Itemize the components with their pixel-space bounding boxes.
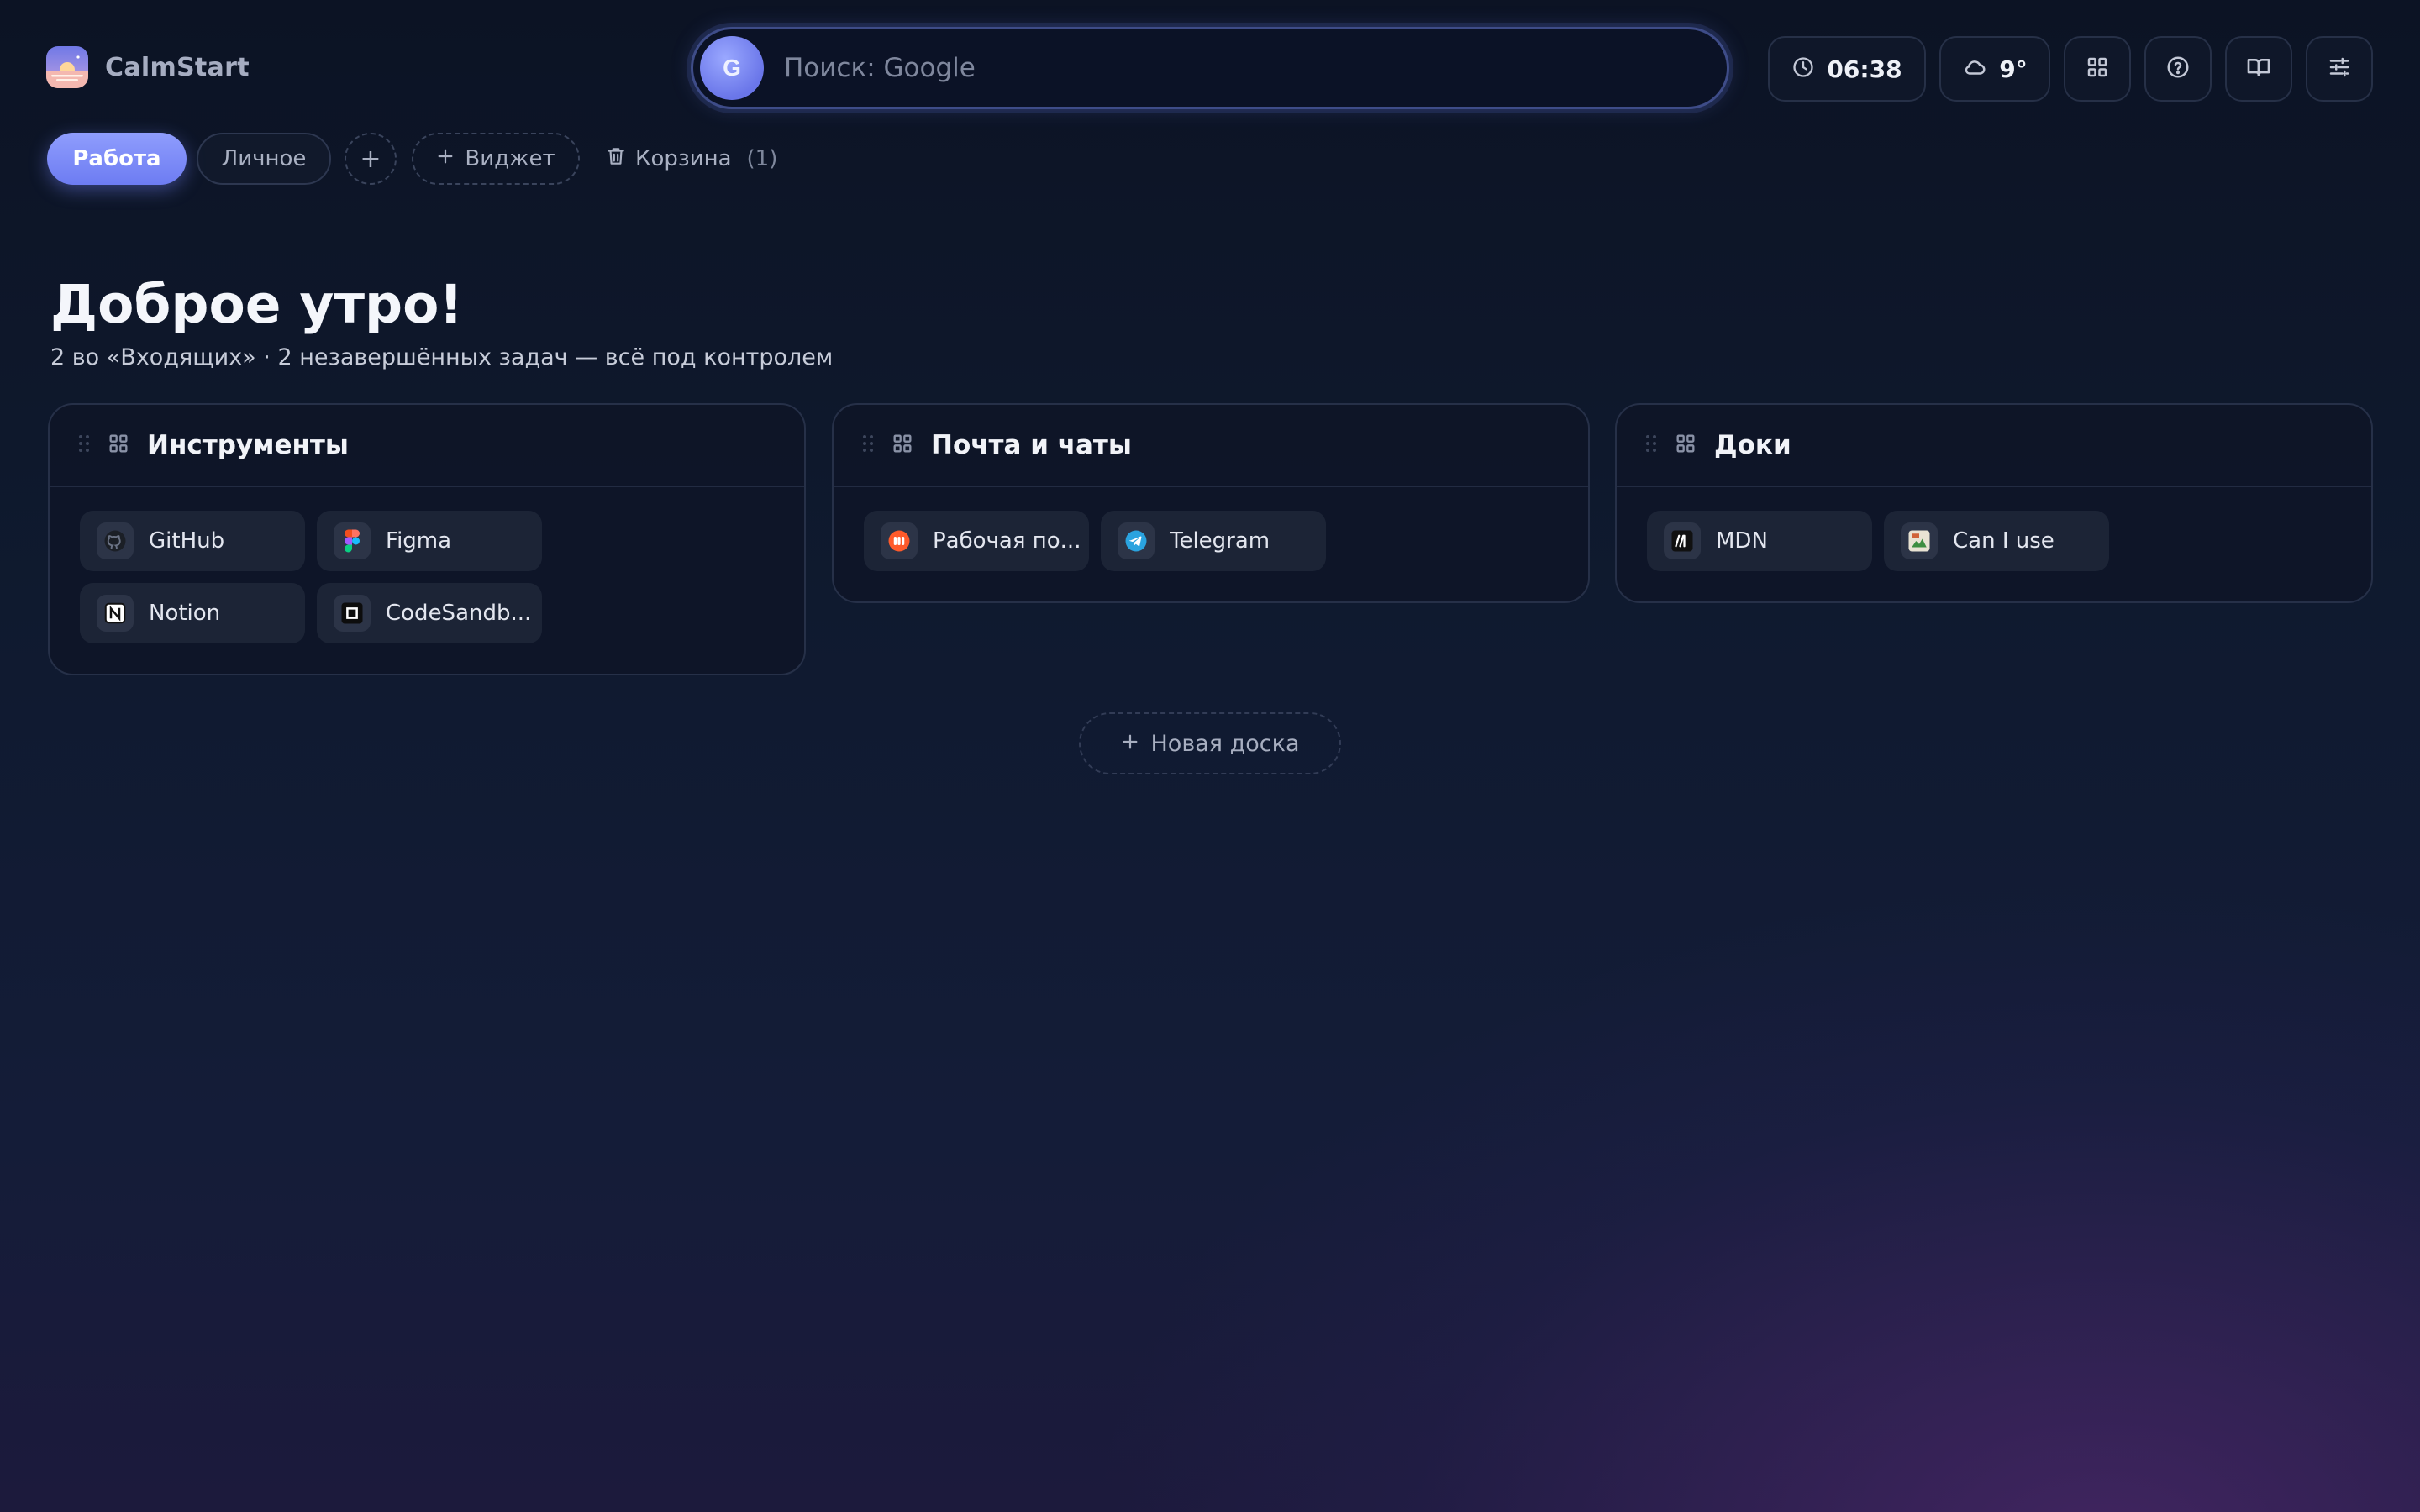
clock-time: 06:38 [1827, 55, 1902, 83]
board-grid-icon [107, 432, 130, 459]
link-label: GitHub [149, 528, 225, 554]
greeting-subtitle: 2 во «Входящих» · 2 незавершённых задач … [50, 344, 834, 370]
caniuse-icon [1901, 522, 1938, 559]
mdn-icon [1664, 522, 1701, 559]
greeting-title: Доброе утро! [50, 274, 464, 335]
board-header: Инструменты [50, 405, 804, 487]
telegram-icon [1118, 522, 1155, 559]
plus-icon [436, 146, 455, 171]
codesandbox-icon [334, 595, 371, 632]
search-bar: G [691, 27, 1729, 109]
link-github[interactable]: GitHub [80, 511, 305, 571]
apps-button[interactable] [2064, 36, 2131, 102]
drag-handle-icon[interactable] [862, 434, 874, 456]
new-board-label: Новая доска [1150, 730, 1300, 757]
trash-button[interactable]: Корзина (1) [605, 133, 777, 185]
clock-button[interactable]: 06:38 [1768, 36, 1926, 102]
plus-icon [1121, 731, 1139, 757]
trash-label: Корзина [635, 146, 732, 171]
help-button[interactable] [2144, 36, 2212, 102]
add-tab-button[interactable]: + [345, 133, 397, 185]
settings-sliders-icon [2327, 55, 2352, 83]
cloud-icon [1962, 55, 1987, 83]
board-header: Почта и чаты [834, 405, 1588, 487]
trash-count: (1) [746, 146, 778, 171]
search-engine-button[interactable]: G [700, 36, 764, 100]
board-grid-icon [891, 432, 914, 459]
github-icon [97, 522, 134, 559]
mail-icon [881, 522, 918, 559]
apps-grid-icon [2085, 55, 2110, 83]
tab-personal[interactable]: Личное [197, 133, 331, 185]
link-figma[interactable]: Figma [317, 511, 542, 571]
link-label: MDN [1716, 528, 1768, 554]
app-name: CalmStart [105, 52, 250, 82]
link-mdn[interactable]: MDN [1647, 511, 1872, 571]
board-header: Доки [1617, 405, 2371, 487]
link-label: Telegram [1170, 528, 1270, 554]
board-links: Рабочая по... Telegram [834, 487, 1588, 601]
drag-handle-icon[interactable] [78, 434, 90, 456]
link-label: Can I use [1953, 528, 2054, 554]
figma-icon [334, 522, 371, 559]
weather-temperature: 9° [1999, 55, 2028, 83]
reading-button[interactable] [2225, 36, 2292, 102]
link-telegram[interactable]: Telegram [1101, 511, 1326, 571]
add-widget-label: Виджет [465, 146, 555, 171]
book-icon [2245, 54, 2272, 84]
tab-work[interactable]: Работа [47, 133, 187, 185]
board-links: GitHub Figma Notion CodeSandb... [50, 487, 804, 674]
link-caniuse[interactable]: Can I use [1884, 511, 2109, 571]
notion-icon [97, 595, 134, 632]
search-input[interactable] [764, 29, 1727, 107]
board-title: Доки [1714, 430, 1791, 460]
board-title: Почта и чаты [931, 430, 1132, 460]
settings-button[interactable] [2306, 36, 2373, 102]
board-tools: Инструменты GitHub Figma Notion CodeSand… [48, 403, 806, 675]
link-label: Figma [386, 528, 452, 554]
app-logo[interactable]: CalmStart [46, 46, 250, 88]
board-mail-chats: Почта и чаты Рабочая по... Telegram [832, 403, 1590, 603]
link-work-mail[interactable]: Рабочая по... [864, 511, 1089, 571]
board-grid-icon [1674, 432, 1697, 459]
link-codesandbox[interactable]: CodeSandb... [317, 583, 542, 643]
link-label: Рабочая по... [933, 528, 1081, 554]
new-board-button[interactable]: Новая доска [1079, 712, 1341, 774]
add-widget-button[interactable]: Виджет [412, 133, 580, 185]
board-docs: Доки MDN Can I use [1615, 403, 2373, 603]
trash-icon [605, 145, 627, 173]
link-label: CodeSandb... [386, 601, 532, 626]
board-title: Инструменты [147, 430, 349, 460]
link-notion[interactable]: Notion [80, 583, 305, 643]
clock-icon [1791, 55, 1815, 82]
drag-handle-icon[interactable] [1645, 434, 1657, 456]
weather-button[interactable]: 9° [1939, 36, 2050, 102]
logo-sunrise-icon [46, 46, 88, 88]
help-icon [2165, 55, 2191, 83]
link-label: Notion [149, 601, 221, 626]
board-links: MDN Can I use [1617, 487, 2371, 601]
